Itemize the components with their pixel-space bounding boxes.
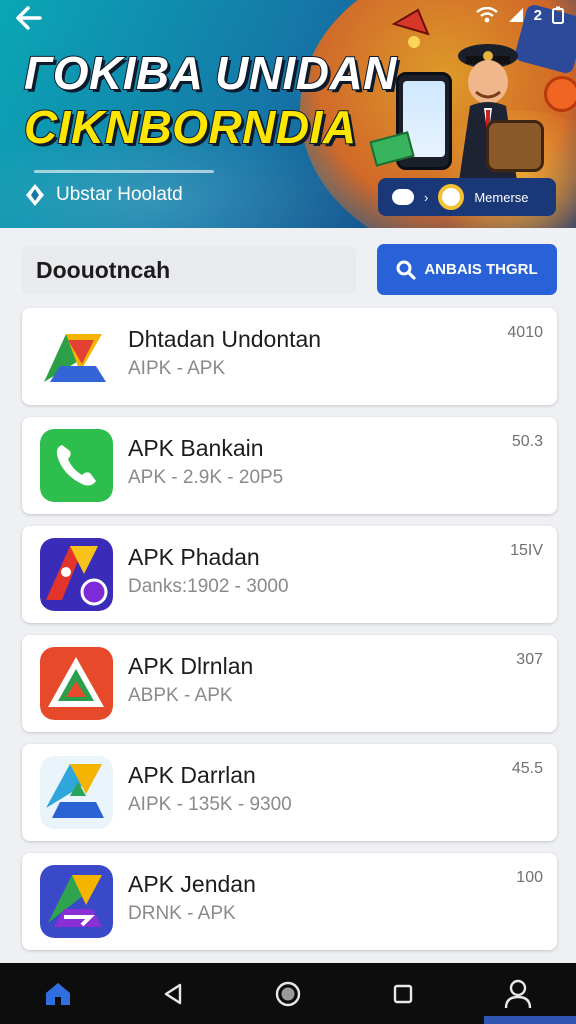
nav-recents-button[interactable] [381,972,425,1016]
lamp-illustration [391,8,430,48]
app-title: APK Jendan [128,871,256,897]
app-list-item[interactable]: APK Dlrnlan ABPK - APK 307 [22,635,557,732]
battery-icon [552,6,564,24]
promo-banner: 2 ГOKIBA UNIDAN CIKNBORNDIA Ubstar Hoola… [0,0,576,228]
app-meta: AIPK - 135K - 9300 [128,794,292,815]
app-icon-red-triangle [40,647,113,720]
app-list-item[interactable]: Dhtadan Undontan AIPK - APK 4010 [22,308,557,405]
app-rating: 4010 [507,324,543,341]
search-button[interactable]: ANBAIS THGRL [377,244,557,295]
app-title: APK Dlrnlan [128,653,254,679]
banner-subtitle-text: Ubstar Hoolatd [56,184,183,205]
app-icon-teal-drive [40,756,113,829]
phone-app-icon [40,429,113,502]
brand-logo-icon [26,184,44,206]
chevron-right-icon: › [424,189,429,205]
wifi-icon [475,7,498,23]
app-icon-blue-purple [40,865,113,938]
watermark-strip [484,1016,576,1024]
search-button-label: ANBAIS THGRL [424,261,538,278]
status-bar: 2 [475,4,564,26]
banner-title-line-2: CIKNBORNDIA [23,100,357,154]
cloud-icon [392,189,414,205]
app-icon-purple [40,538,113,611]
app-icon-drive-style [40,320,113,393]
app-rating: 50.3 [511,433,543,450]
app-meta: APK - 2.9K - 20P5 [128,467,284,488]
main-content: Doouotncah ANBAIS THGRL Dhtadan Undontan… [0,228,576,963]
banner-title-line-1: ГOKIBA UNIDAN [23,46,397,100]
banner-divider [34,170,214,173]
nav-center-button[interactable] [266,972,310,1016]
signal-icon [508,8,523,22]
app-title: APK Bankain [128,435,264,461]
app-list-item[interactable]: APK Phadan Danks:1902 - 3000 15IV [22,526,557,623]
nav-back-button[interactable] [151,972,195,1016]
app-rating: 100 [516,869,543,886]
app-list-item[interactable]: APK Jendan DRNK - APK 100 [22,853,557,950]
app-meta: AIPK - APK [128,358,226,379]
search-icon [396,260,416,280]
section-title: Doouotncah [22,246,356,294]
app-rating: 45.5 [511,760,543,777]
home-icon [45,982,70,1005]
app-title: APK Darrlan [128,762,256,788]
home-circle-icon [275,981,301,1006]
radio-illustration [486,120,544,172]
coin-illustration [544,76,576,112]
app-meta: DRNK - APK [128,903,236,924]
banner-action-pill[interactable]: › Memerse [378,178,556,216]
banner-pill-label: Memerse [474,189,529,205]
banner-subtitle: Ubstar Hoolatd [22,182,183,208]
profile-icon [505,979,532,1008]
app-title: APK Phadan [128,544,260,570]
ring-icon [438,184,465,210]
status-text: 2 [533,6,542,24]
app-list-item[interactable]: APK Bankain APK - 2.9K - 20P5 50.3 [22,417,557,514]
app-meta: ABPK - APK [128,685,233,706]
app-list-item[interactable]: APK Darrlan AIPK - 135K - 9300 45.5 [22,744,557,841]
recents-square-icon [393,984,413,1003]
nav-home-button[interactable] [36,972,80,1016]
app-rating: 307 [516,651,543,668]
system-nav-bar [0,963,576,1024]
app-rating: 15IV [510,542,543,559]
back-arrow-icon[interactable] [14,4,46,32]
app-meta: Danks:1902 - 3000 [128,576,289,597]
nav-profile-button[interactable] [496,972,540,1016]
app-title: Dhtadan Undontan [128,326,322,352]
back-triangle-icon [164,983,181,1004]
